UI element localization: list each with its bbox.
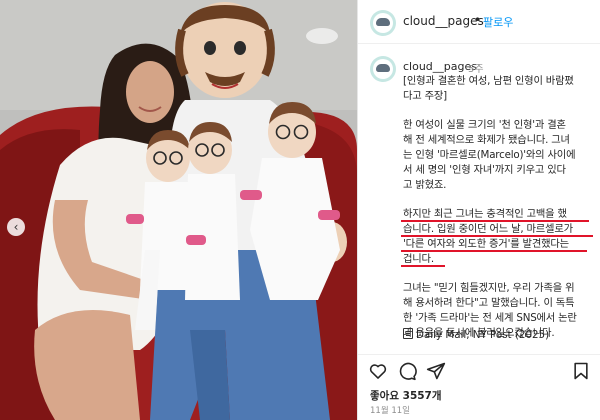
newspaper-icon [403, 328, 413, 339]
separator-dot: • [474, 13, 482, 27]
avatar[interactable] [370, 10, 396, 36]
share-button[interactable] [426, 361, 446, 381]
caption-paragraph-2: 한 여성이 실물 크기의 '천 인형'과 결혼 해 전 세계적으로 화제가 됐습… [403, 119, 576, 191]
action-bar [358, 354, 600, 382]
post-date[interactable]: 11월 11일 [370, 404, 410, 416]
source-text: Daily Mail, NY Post (2025) [416, 329, 550, 341]
save-button[interactable] [571, 361, 591, 381]
comment-button[interactable] [397, 361, 417, 381]
caption-avatar[interactable] [370, 56, 396, 82]
highlight-underline [401, 250, 587, 252]
likes-count[interactable]: 좋아요 3557개 [370, 388, 442, 403]
heart-icon [369, 364, 387, 379]
bookmark-icon [574, 362, 588, 380]
caption-paragraph-1: [인형과 결혼한 여성, 남편 인형이 바람폈 다고 주장] [403, 75, 574, 102]
caption-time[interactable]: 5주 [468, 60, 484, 75]
highlight-underline [401, 220, 589, 222]
follow-button[interactable]: 팔로우 [483, 14, 513, 30]
caption-username[interactable]: cloud__pages [403, 60, 477, 73]
chevron-left-icon: ‹ [13, 220, 19, 234]
post-photo[interactable]: ‹ [0, 0, 357, 420]
post-sidebar: cloud__pages • 팔로우 cloud__pages 5주 [인형과 … [357, 0, 600, 420]
photo-illustration [0, 0, 357, 420]
highlight-underline [401, 265, 445, 267]
send-icon [426, 362, 446, 380]
source-line: Daily Mail, NY Post (2025) [403, 328, 549, 341]
caption-text: [인형과 결혼한 여성, 남편 인형이 바람폈 다고 주장] 한 여성이 실물 … [401, 74, 599, 355]
header-username[interactable]: cloud__pages [403, 14, 484, 28]
previous-image-button[interactable]: ‹ [7, 218, 25, 236]
highlight-underline [401, 235, 593, 237]
caption-paragraph-3: 하지만 최근 그녀는 충격적인 고백을 했 습니다. 입원 중이던 어느 날, … [403, 208, 573, 265]
like-button[interactable] [368, 361, 388, 381]
post-header: cloud__pages • 팔로우 [358, 0, 600, 44]
comment-icon [399, 362, 417, 381]
